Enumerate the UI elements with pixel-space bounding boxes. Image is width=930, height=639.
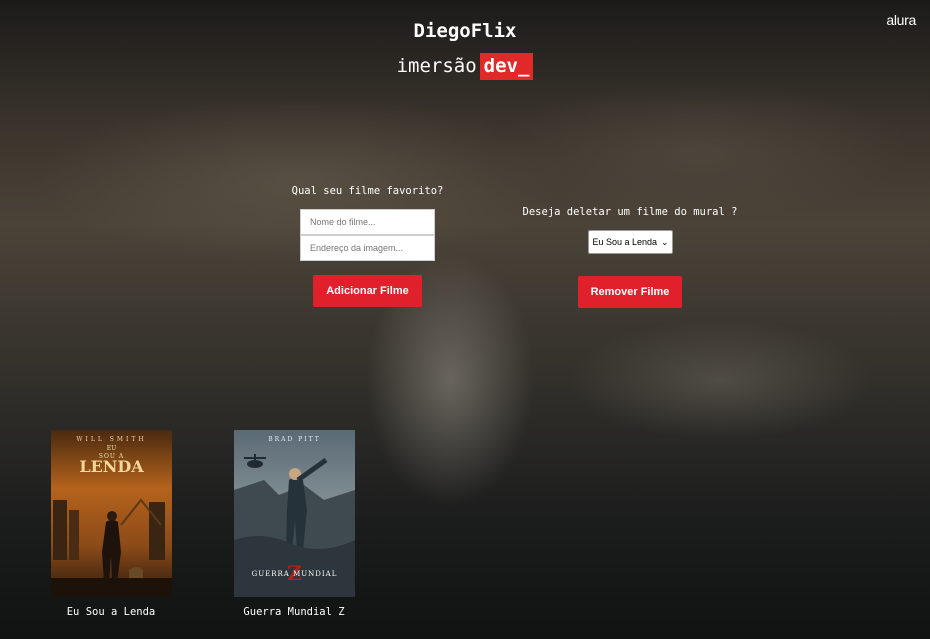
add-movie-panel: Qual seu filme favorito? Adicionar Filme (270, 185, 465, 307)
movie-card[interactable]: WILL SMITH EU SOU A LENDA Eu Sou a Lenda (26, 430, 196, 618)
movie-poster-eu-sou-a-lenda[interactable]: WILL SMITH EU SOU A LENDA (50, 430, 172, 597)
subtitle-highlight-badge: dev_ (479, 53, 534, 80)
remove-movie-panel: Deseja deletar um filme do mural ? Eu So… (520, 206, 740, 308)
poster-line1-text: EU (106, 445, 115, 452)
subtitle-plain: imersão (396, 55, 477, 77)
poster-line3-text: LENDA (79, 457, 144, 476)
movie-gallery: WILL SMITH EU SOU A LENDA Eu Sou a Lenda (0, 430, 930, 630)
site-title: DiegoFlix (413, 20, 517, 42)
subtitle: imersão dev_ (0, 53, 930, 80)
movie-select-value: Eu Sou a Lenda (592, 237, 658, 247)
poster-line1-text: GUERRA MUNDIAL (251, 570, 337, 578)
movie-title: Eu Sou a Lenda (66, 606, 156, 618)
movie-name-input[interactable] (300, 209, 435, 235)
image-url-input[interactable] (300, 235, 435, 261)
movie-card[interactable]: BRAD PITT Z GUERRA MUNDIAL Guerra Mundia… (209, 430, 379, 618)
movie-select[interactable]: Eu Sou a Lenda ⌄ (587, 230, 673, 254)
movie-title: Guerra Mundial Z (243, 606, 345, 618)
chevron-down-icon: ⌄ (660, 237, 669, 247)
remove-movie-button[interactable]: Remover Filme (577, 276, 683, 308)
poster-actor-text: WILL SMITH (76, 436, 146, 443)
movie-poster-guerra-mundial-z[interactable]: BRAD PITT Z GUERRA MUNDIAL (233, 430, 355, 597)
remove-movie-question: Deseja deletar um filme do mural ? (522, 206, 738, 218)
add-movie-button[interactable]: Adicionar Filme (313, 275, 422, 307)
add-movie-question: Qual seu filme favorito? (291, 185, 444, 197)
poster-actor-text: BRAD PITT (268, 436, 321, 443)
